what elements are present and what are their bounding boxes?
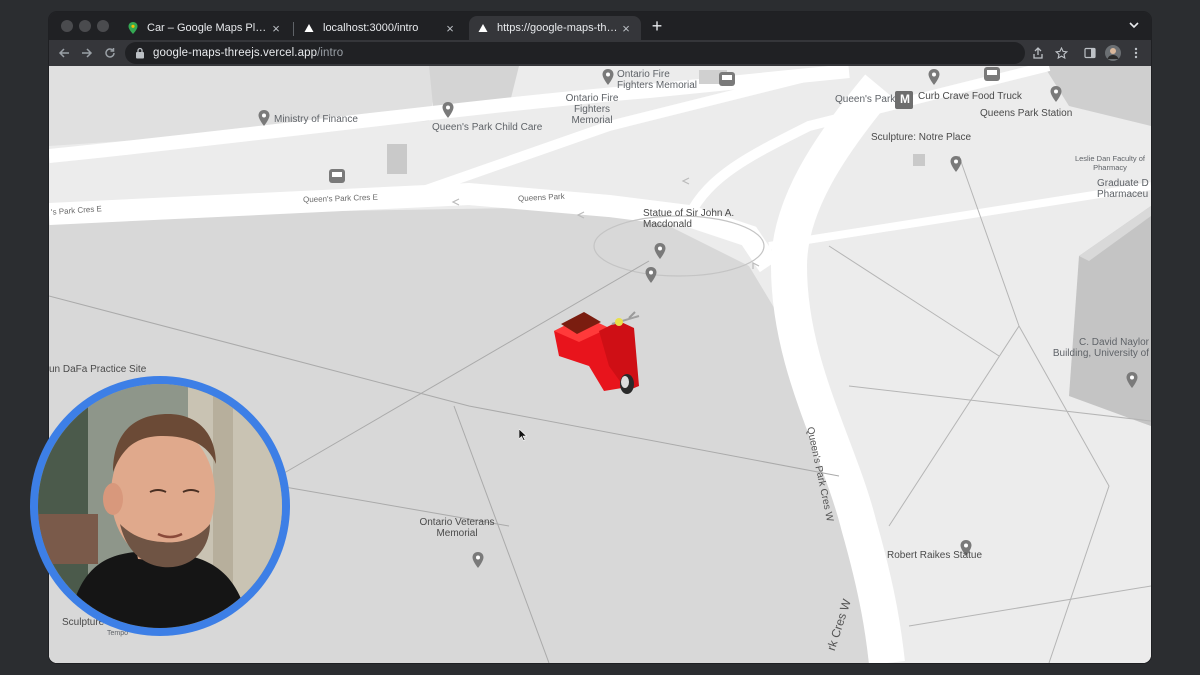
tab-vercel-app-intro[interactable]: https://google-maps-threejs.vercel.app/i… (469, 16, 641, 40)
close-tab-icon[interactable]: × (619, 21, 633, 36)
tab-title: Car – Google Maps Platform – (147, 22, 269, 34)
google-maps-pin-icon (127, 22, 139, 34)
minimize-window-button[interactable] (79, 20, 91, 32)
poi-label-c-david-naylor-building[interactable]: C. David Naylor Building, University of (1044, 337, 1149, 359)
poi-label-queens-park[interactable]: Queen's Park (835, 94, 895, 105)
map-pin-icon[interactable] (654, 243, 666, 259)
new-tab-button[interactable]: + (647, 16, 667, 36)
poi-label-ontario-veterans-memorial[interactable]: Ontario Veterans Memorial (417, 517, 497, 539)
url-text: google-maps-threejs.vercel.app/intro (153, 47, 343, 59)
tab-separator (293, 22, 294, 36)
tab-google-maps-car[interactable]: Car – Google Maps Platform – × (119, 16, 291, 40)
side-panel-button[interactable] (1081, 44, 1099, 62)
poi-label-robert-raikes-statue[interactable]: Robert Raikes Statue (887, 550, 982, 561)
vercel-triangle-icon (477, 22, 489, 34)
forward-button[interactable] (78, 44, 96, 62)
map-pin-icon[interactable] (1050, 86, 1062, 102)
address-bar[interactable]: google-maps-threejs.vercel.app/intro (125, 42, 1025, 64)
poi-label-ministry-of-finance[interactable]: Ministry of Finance (274, 114, 358, 125)
webcam-video (38, 384, 282, 628)
bus-stop-icon (984, 67, 1000, 81)
poi-label-ontario-fire-fighters-memorial[interactable]: Ontario Fire Fighters Memorial (617, 69, 707, 91)
close-tab-icon[interactable]: × (269, 21, 283, 36)
poi-label-sculpture-notre-place[interactable]: Sculpture: Notre Place (871, 132, 971, 143)
back-button[interactable] (55, 44, 73, 62)
url-path: /intro (317, 47, 344, 59)
metro-letter: M (900, 92, 910, 106)
mouse-cursor-icon (519, 429, 527, 441)
poi-label-falun-dafa-practice-site[interactable]: un DaFa Practice Site (49, 364, 146, 375)
close-tab-icon[interactable]: × (443, 21, 457, 36)
map-pin-icon[interactable] (442, 102, 454, 118)
poi-label-ontario-fire-fighters-memorial-2[interactable]: Ontario Fire Fighters Memorial (563, 93, 621, 126)
map-pin-icon[interactable] (472, 552, 484, 568)
profile-avatar-button[interactable] (1104, 44, 1122, 62)
browser-menu-button[interactable] (1127, 44, 1145, 62)
map-pin-icon[interactable] (950, 156, 962, 172)
webcam-overlay (30, 376, 290, 636)
share-icon (1033, 47, 1043, 59)
bus-stop-icon (329, 169, 345, 183)
map-pin-icon[interactable] (258, 110, 270, 126)
lock-icon (136, 47, 144, 59)
side-panel-icon (1084, 47, 1096, 59)
bus-stop-icon (719, 72, 735, 86)
reload-icon (105, 48, 115, 58)
tab-strip: Car – Google Maps Platform – × localhost… (49, 12, 1151, 40)
poi-label-graduate-pharmaceu[interactable]: Graduate D Pharmaceu (1097, 178, 1151, 200)
tab-localhost-intro[interactable]: localhost:3000/intro × (295, 16, 465, 40)
maximize-window-button[interactable] (97, 20, 109, 32)
close-window-button[interactable] (61, 20, 73, 32)
tab-title: https://google-maps-threejs.vercel.app/i… (497, 22, 619, 34)
poi-label-queens-park-station[interactable]: Queens Park Station (980, 108, 1072, 119)
tab-title: localhost:3000/intro (323, 22, 419, 34)
poi-label-queens-park-child-care[interactable]: Queen's Park Child Care (432, 122, 542, 133)
map-pin-icon[interactable] (645, 267, 657, 283)
poi-label-leslie-dan-pharmacy[interactable]: Leslie Dan Faculty of Pharmacy (1071, 154, 1149, 172)
arrow-right-icon (82, 48, 93, 58)
share-button[interactable] (1029, 44, 1047, 62)
avatar (1105, 45, 1121, 61)
bookmark-button[interactable] (1052, 44, 1070, 62)
presenter-image (38, 384, 282, 628)
poi-label-statue-sir-john-macdonald[interactable]: Statue of Sir John A. Macdonald (643, 208, 743, 230)
arrow-left-icon (58, 48, 69, 58)
map-pin-icon[interactable] (1126, 372, 1138, 388)
star-icon (1054, 46, 1068, 59)
more-vert-icon (1134, 47, 1138, 59)
poi-label-curb-crave-food-truck[interactable]: Curb Crave Food Truck (918, 91, 1022, 102)
browser-toolbar: google-maps-threejs.vercel.app/intro (49, 40, 1151, 66)
vercel-triangle-icon (303, 22, 315, 34)
map-pin-icon[interactable] (928, 69, 940, 85)
url-host: google-maps-threejs.vercel.app (153, 47, 318, 59)
tab-search-chevron-icon[interactable] (1129, 18, 1139, 32)
reload-button[interactable] (101, 44, 119, 62)
map-pin-icon[interactable] (602, 69, 614, 85)
